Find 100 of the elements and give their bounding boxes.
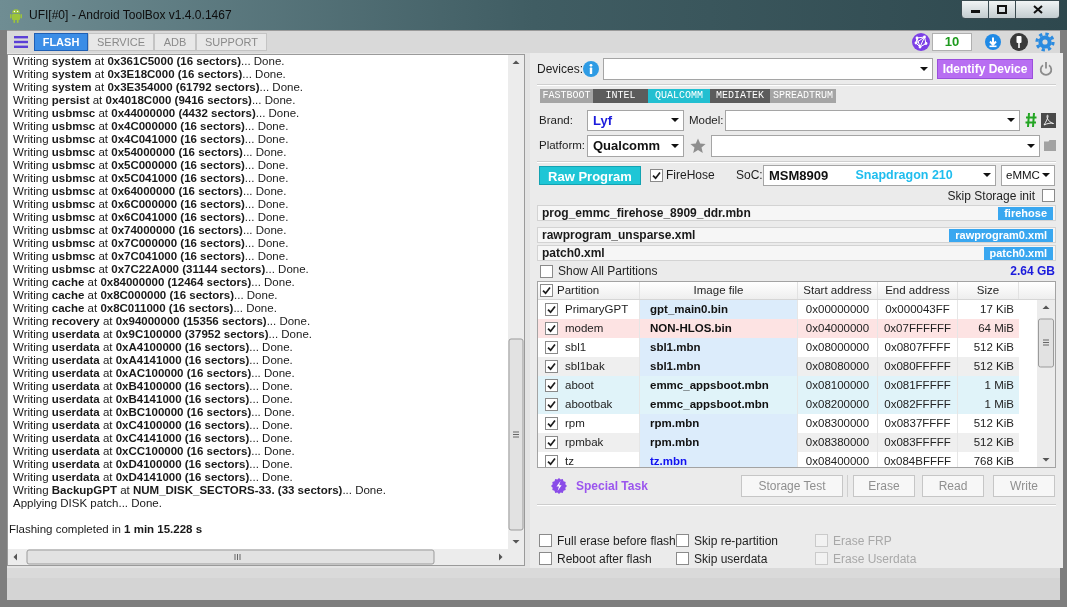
- soc-dropdown[interactable]: MSM8909 Snapdragon 210: [763, 164, 996, 187]
- log-line: Writing cache at 0x8C011000 (16 sectors)... Done.: [12, 302, 277, 315]
- checkmark-icon: [652, 170, 661, 180]
- checkbox[interactable]: [545, 398, 558, 412]
- table-cell: tz.mbn: [640, 452, 798, 468]
- checkbox[interactable]: [545, 436, 558, 450]
- checkbox[interactable]: [1042, 189, 1055, 203]
- checkbox[interactable]: [676, 552, 689, 566]
- log-line: Applying DISK patch... Done.: [12, 497, 162, 510]
- file-tag: patch0.xml: [983, 246, 1053, 260]
- download-icon[interactable]: [985, 34, 1001, 50]
- field-label: Brand:: [539, 112, 574, 128]
- log-line: Writing userdata at 0xC4100000 (16 sectors)... Done.: [12, 419, 293, 432]
- caret-icon: [671, 118, 679, 123]
- minimize-button[interactable]: [961, 0, 989, 19]
- special-task-link[interactable]: Special Task: [576, 477, 648, 496]
- close-button[interactable]: [1016, 0, 1060, 19]
- table-row[interactable]: abootbak emmc_appsboot.mbn 0x08200000 0x082FFFFF 1 MiB: [538, 395, 1019, 415]
- table-cell: 0x08400000: [798, 452, 878, 468]
- table-cell-text: 768 KiB: [972, 454, 1015, 468]
- caret-icon: [920, 66, 928, 71]
- platform-tab[interactable]: MEDIATEK: [710, 88, 770, 103]
- pdf-icon[interactable]: [1041, 112, 1056, 128]
- log-line: Writing userdata at 0xA4141000 (16 sectors)... Done.: [12, 354, 293, 367]
- table-cell-text: abootbak: [565, 397, 613, 413]
- checkbox[interactable]: [545, 360, 558, 374]
- table-cell-text: 17 KiB: [979, 302, 1015, 318]
- column-header[interactable]: Start address: [798, 282, 878, 300]
- log-line: Writing usbmsc at 0x4C000000 (16 sectors)... Done.: [12, 120, 289, 133]
- log-line: Writing userdata at 0xC4141000 (16 sectors)... Done.: [12, 432, 293, 445]
- platform-tab[interactable]: INTEL: [593, 88, 648, 103]
- table-cell-text: 1 MiB: [983, 378, 1015, 394]
- table-cell-text: 512 KiB: [972, 416, 1015, 432]
- network-globe-icon[interactable]: [912, 33, 930, 51]
- maximize-button[interactable]: [989, 0, 1016, 19]
- table-row[interactable]: sbl1bak sbl1.mbn 0x08080000 0x080FFFFF 512 KiB: [538, 357, 1019, 377]
- checkbox[interactable]: [539, 534, 552, 548]
- checkbox[interactable]: [650, 168, 663, 182]
- info-icon[interactable]: [583, 60, 599, 77]
- table-row[interactable]: modem NON-HLOS.bin 0x04000000 0x07FFFFFF 64 MiB: [538, 319, 1019, 339]
- lightning-badge-icon[interactable]: [551, 478, 567, 495]
- table-cell-text: sbl1bak: [565, 359, 605, 375]
- log-line: Writing cache at 0x8C000000 (16 sectors)... Done.: [12, 289, 278, 302]
- table-row[interactable]: rpmbak rpm.mbn 0x08380000 0x083FFFFF 512 KiB: [538, 433, 1019, 453]
- checkbox[interactable]: [545, 322, 558, 336]
- brand-dropdown[interactable]: Lyf: [587, 109, 684, 131]
- checkbox[interactable]: [545, 341, 558, 355]
- settings-icon[interactable]: [1035, 32, 1055, 52]
- checkbox-label: Skip Storage init: [947, 187, 1035, 205]
- log-line: Writing usbmsc at 0x64000000 (16 sectors)... Done.: [12, 185, 287, 198]
- platform-dropdown[interactable]: Qualcomm: [587, 134, 684, 157]
- table-cell-text: 512 KiB: [972, 340, 1015, 356]
- table-cell-text: modem: [565, 321, 604, 337]
- menu-icon[interactable]: [14, 36, 28, 48]
- column-header[interactable]: Size: [958, 282, 1019, 300]
- total-size: 2.64 GB: [1010, 263, 1055, 281]
- power-icon[interactable]: [1039, 61, 1053, 76]
- field-label: SoC:: [736, 167, 763, 185]
- checkbox[interactable]: [545, 455, 558, 468]
- checkbox-label: Show All Partitions: [558, 263, 658, 281]
- device-dropdown[interactable]: [603, 58, 933, 80]
- checkbox[interactable]: [545, 303, 558, 317]
- star-icon[interactable]: [690, 137, 706, 154]
- field-label: Devices:: [537, 60, 583, 78]
- checkbox[interactable]: [539, 552, 552, 566]
- caret-icon: [1042, 173, 1050, 178]
- checkbox[interactable]: [540, 264, 553, 278]
- minimize-icon: [970, 10, 980, 13]
- column-header[interactable]: Partition: [557, 282, 600, 300]
- log-line: Writing usbmsc at 0x4C041000 (16 sectors)... Done.: [12, 133, 289, 146]
- log-line: Writing userdata at 0xA4100000 (16 sectors)... Done.: [12, 341, 293, 354]
- log-line: Writing userdata at 0xD4141000 (16 sectors)... Done.: [12, 471, 293, 484]
- folder-icon[interactable]: [1044, 140, 1056, 152]
- column-header[interactable]: Image file: [640, 282, 798, 300]
- log-line: Writing userdata at 0xCC100000 (16 sectors)... Done.: [12, 445, 295, 458]
- file-name: patch0.xml: [542, 245, 605, 263]
- checkbox[interactable]: [545, 417, 558, 431]
- checkbox-label: Erase Userdata: [833, 551, 917, 568]
- log-line: Writing userdata at 0xAC100000 (16 sectors)... Done.: [12, 367, 295, 380]
- table-row[interactable]: aboot emmc_appsboot.mbn 0x08100000 0x081FFFFF 1 MiB: [538, 376, 1019, 396]
- storage-dropdown[interactable]: eMMC: [1001, 164, 1055, 187]
- vertical-scrollbar[interactable]: [1037, 300, 1055, 468]
- log-line: Writing usbmsc at 0x44000000 (4432 sectors)... Done.: [12, 107, 300, 120]
- model-dropdown[interactable]: [725, 109, 1020, 131]
- log-line: Writing usbmsc at 0x6C041000 (16 sectors)... Done.: [12, 211, 289, 224]
- file-tag: firehose: [998, 206, 1053, 220]
- checkbox[interactable]: [676, 534, 689, 548]
- favorite-dropdown[interactable]: [711, 134, 1040, 157]
- column-header[interactable]: End address: [878, 282, 958, 300]
- horizontal-scrollbar[interactable]: [8, 549, 524, 565]
- log-line: Writing userdata at 0xB4141000 (16 sectors)... Done.: [12, 393, 293, 406]
- log-line: Writing usbmsc at 0x7C22A000 (31144 sectors)... Done.: [12, 263, 309, 276]
- checkbox[interactable]: [540, 284, 553, 298]
- vertical-scrollbar[interactable]: [508, 55, 524, 549]
- table-cell-text: rpmbak: [565, 435, 604, 451]
- checkbox[interactable]: [545, 379, 558, 393]
- count-display: 10: [932, 33, 972, 51]
- log-line: Writing cache at 0x84000000 (12464 sectors)... Done.: [12, 276, 295, 289]
- table-cell: gpt_main0.bin: [640, 300, 798, 320]
- usb-plug-icon[interactable]: [1010, 33, 1028, 51]
